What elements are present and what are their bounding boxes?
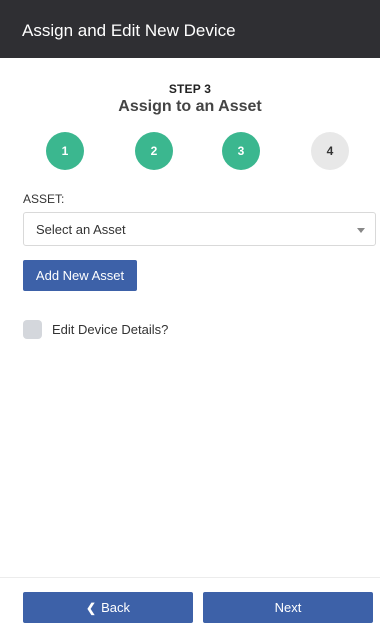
edit-device-details-row[interactable]: Edit Device Details? <box>23 319 168 339</box>
back-button-label: Back <box>101 600 130 615</box>
add-new-asset-button[interactable]: Add New Asset <box>23 260 137 291</box>
step-number: STEP 3 <box>168 82 212 96</box>
step-2[interactable]: 2 <box>135 132 173 170</box>
back-button[interactable]: ❮ Back <box>23 592 193 623</box>
edit-device-details-label[interactable]: Edit Device Details? <box>52 322 168 337</box>
step-indicator: 1 2 3 4 <box>0 132 380 170</box>
next-button[interactable]: Next <box>203 592 373 623</box>
app-header: Assign and Edit New Device <box>0 0 380 58</box>
header-title: Assign and Edit New Device <box>22 21 236 40</box>
next-button-label: Next <box>274 600 302 615</box>
edit-device-details-checkbox[interactable] <box>23 319 42 339</box>
step-1[interactable]: 1 <box>46 132 84 170</box>
asset-select-value: Select an Asset <box>36 221 126 237</box>
chevron-left-icon: ❮ <box>86 600 97 615</box>
step-4[interactable]: 4 <box>311 132 349 170</box>
asset-label: ASSET: <box>23 192 65 206</box>
asset-select[interactable]: Select an Asset <box>23 212 376 246</box>
caret-down-icon <box>357 228 365 233</box>
step-title: Assign to an Asset <box>118 98 262 115</box>
step-3[interactable]: 3 <box>222 132 260 170</box>
footer-divider <box>0 577 380 578</box>
